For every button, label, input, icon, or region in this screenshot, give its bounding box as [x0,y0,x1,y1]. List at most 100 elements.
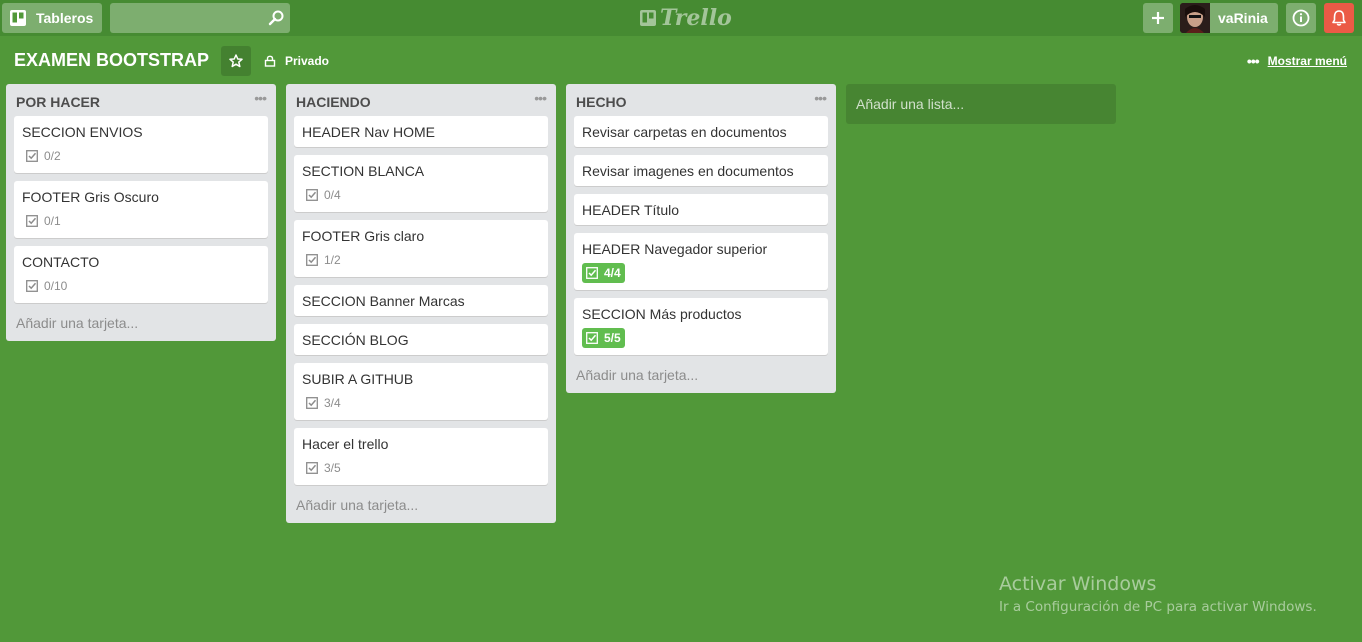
card[interactable]: CONTACTO 0/10 [14,246,268,303]
search-box [110,3,290,33]
card-title: SUBIR A GITHUB [302,371,414,387]
add-card-button[interactable]: Añadir una tarjeta... [286,493,556,523]
card[interactable]: Hacer el trello 3/5 [294,428,548,485]
logo-text: Trello [660,5,732,31]
list-title[interactable]: HACIENDO [296,94,371,110]
card[interactable]: Revisar imagenes en documentos [574,155,828,186]
card-title: Revisar imagenes en documentos [582,163,794,179]
plus-icon [1150,10,1166,26]
privacy-button[interactable]: Privado [264,53,329,69]
username: vaRinia [1218,10,1268,26]
bell-icon [1330,9,1348,27]
list-hecho: HECHO ••• Revisar carpetas en documentos Re… [566,84,836,393]
top-header: Tableros Trello vaRinia [0,0,1362,36]
checklist-badge: 4/4 [582,263,625,283]
boards-button[interactable]: Tableros [2,3,102,33]
checklist-count: 0/2 [44,149,61,163]
card-title: CONTACTO [22,254,100,270]
checklist-badge: 0/2 [22,146,65,166]
list-header[interactable]: HACIENDO ••• [286,84,556,116]
list-menu-icon[interactable]: ••• [254,90,267,106]
trello-logo[interactable]: Trello [640,5,732,31]
checklist-icon [306,462,318,474]
list-haciendo: HACIENDO ••• HEADER Nav HOME SECTION BLANCA… [286,84,556,523]
watermark-subtitle: Ir a Configuración de PC para activar Wi… [999,599,1317,615]
windows-activation-watermark: Activar Windows Ir a Configuración de PC… [999,573,1317,615]
avatar [1180,3,1210,33]
card-title: SECCIÓN BLOG [302,332,409,348]
more-icon: ••• [1246,53,1260,69]
checklist-icon [26,150,38,162]
add-list-button[interactable]: Añadir una lista... [846,84,1116,124]
checklist-icon [306,254,318,266]
search-input[interactable] [110,3,260,33]
checklist-count: 4/4 [604,266,621,280]
card-title: Hacer el trello [302,436,389,452]
star-board-button[interactable] [221,46,251,76]
member-menu-button[interactable]: vaRinia [1180,3,1278,33]
info-icon [1292,9,1310,27]
checklist-badge: 0/4 [302,185,345,205]
notifications-button[interactable] [1324,3,1354,33]
checklist-badge: 0/10 [22,276,71,296]
add-button[interactable] [1143,3,1173,33]
checklist-count: 0/10 [44,279,68,293]
list-title[interactable]: HECHO [576,94,627,110]
checklist-count: 1/2 [324,253,341,267]
checklist-count: 0/1 [44,214,61,228]
card-title: HEADER Título [582,202,679,218]
card[interactable]: HEADER Nav HOME [294,116,548,147]
card[interactable]: HEADER Título [574,194,828,225]
star-icon [229,54,243,68]
add-card-button[interactable]: Añadir una tarjeta... [6,311,276,341]
checklist-icon [26,280,38,292]
list-menu-icon[interactable]: ••• [814,90,827,106]
checklist-icon [586,332,598,344]
card-title: SECCION Más productos [582,306,742,322]
list-title[interactable]: POR HACER [16,94,100,110]
checklist-icon [586,267,598,279]
lock-icon [264,55,276,67]
card-title: HEADER Nav HOME [302,124,436,140]
checklist-badge: 3/4 [302,393,345,413]
card[interactable]: SECCION Banner Marcas [294,285,548,316]
card[interactable]: HEADER Navegador superior 4/4 [574,233,828,290]
checklist-icon [306,189,318,201]
card[interactable]: Revisar carpetas en documentos [574,116,828,147]
board-title[interactable]: EXAMEN BOOTSTRAP [14,50,209,71]
boards-icon [10,10,26,26]
card-title: HEADER Navegador superior [582,241,768,257]
card-title: Revisar carpetas en documentos [582,124,787,140]
card-title: SECCION Banner Marcas [302,293,465,309]
list-header[interactable]: HECHO ••• [566,84,836,116]
add-card-button[interactable]: Añadir una tarjeta... [566,363,836,393]
card-title: SECTION BLANCA [302,163,425,179]
card[interactable]: SUBIR A GITHUB 3/4 [294,363,548,420]
checklist-badge: 3/5 [302,458,345,478]
card-title: FOOTER Gris Oscuro [22,189,159,205]
card[interactable]: SECTION BLANCA 0/4 [294,155,548,212]
list-por-hacer: POR HACER ••• SECCION ENVIOS 0/2 FOOTER Gris… [6,84,276,341]
card-title: FOOTER Gris claro [302,228,425,244]
trello-logo-icon [640,10,656,26]
card[interactable]: SECCIÓN BLOG [294,324,548,355]
checklist-badge: 5/5 [582,328,625,348]
checklist-icon [26,215,38,227]
show-menu-label: Mostrar menú [1267,54,1347,68]
card[interactable]: SECCION ENVIOS 0/2 [14,116,268,173]
checklist-count: 3/4 [324,396,341,410]
watermark-title: Activar Windows [999,573,1157,595]
search-icon[interactable] [268,10,284,26]
list-menu-icon[interactable]: ••• [534,90,547,106]
card-title: SECCION ENVIOS [22,124,143,140]
show-menu-link[interactable]: ••• Mostrar menú [1247,53,1347,69]
privacy-label: Privado [285,54,330,68]
checklist-badge: 0/1 [22,211,65,231]
card[interactable]: FOOTER Gris Oscuro 0/1 [14,181,268,238]
card[interactable]: FOOTER Gris claro 1/2 [294,220,548,277]
checklist-count: 5/5 [604,331,621,345]
checklist-badge: 1/2 [302,250,345,270]
list-header[interactable]: POR HACER ••• [6,84,276,116]
info-button[interactable] [1286,3,1316,33]
card[interactable]: SECCION Más productos 5/5 [574,298,828,355]
